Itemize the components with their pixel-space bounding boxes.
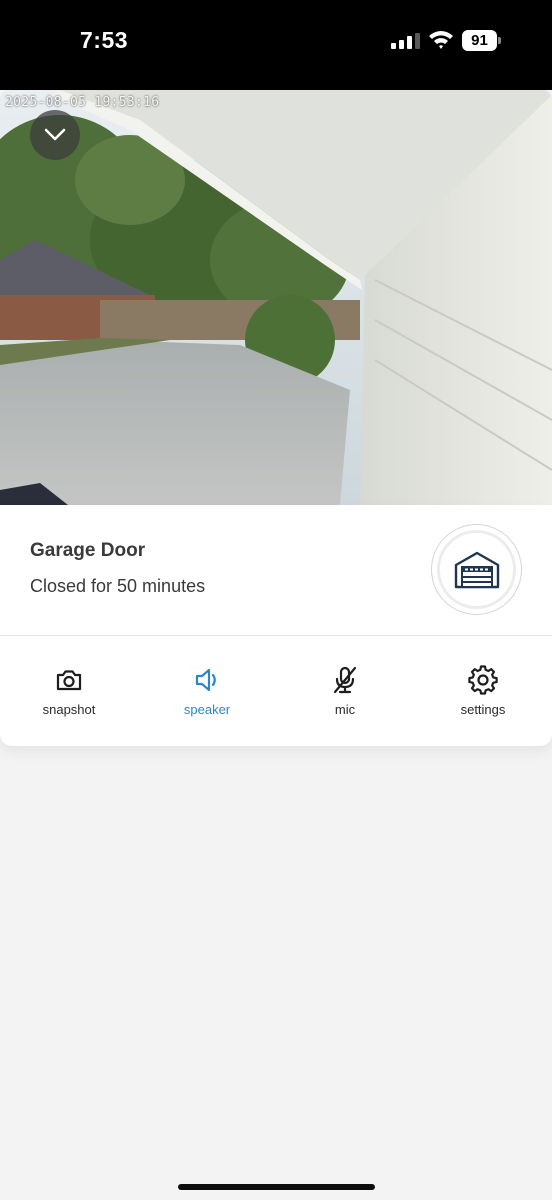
snapshot-button[interactable]: snapshot: [9, 665, 129, 717]
speaker-icon: [195, 668, 216, 692]
garage-door-closed-icon: [454, 551, 499, 588]
device-status: Closed for 50 minutes: [30, 576, 206, 596]
snapshot-label: snapshot: [42, 702, 96, 717]
settings-button[interactable]: settings: [423, 665, 543, 717]
camera-icon: [56, 670, 82, 691]
card-divider: [0, 635, 552, 636]
garage-door-toggle-button[interactable]: [431, 524, 522, 615]
collapse-button[interactable]: [30, 110, 80, 160]
camera-timestamp: 2025-08-05 19:53:16: [5, 95, 160, 110]
mic-label: mic: [334, 702, 356, 717]
status-bar: 7:53 91: [0, 0, 552, 90]
wifi-icon: [429, 31, 453, 49]
action-bar: snapshot speaker mic settings: [0, 665, 552, 725]
device-name: Garage Door: [30, 540, 146, 561]
settings-label: settings: [460, 702, 506, 717]
battery-level: 91: [462, 30, 497, 51]
camera-image: [0, 90, 552, 505]
speaker-label: speaker: [183, 702, 231, 717]
device-card: Garage Door Closed for 50 minutes snapsh…: [0, 505, 552, 746]
gear-icon: [468, 665, 498, 695]
camera-feed[interactable]: 2025-08-05 19:53:16: [0, 90, 552, 505]
battery-icon: 91: [462, 30, 502, 51]
chevron-down-icon: [44, 128, 66, 141]
mic-muted-icon: [333, 666, 357, 694]
home-indicator[interactable]: [178, 1184, 375, 1190]
mic-button[interactable]: mic: [285, 665, 405, 717]
speaker-button[interactable]: speaker: [147, 665, 267, 717]
status-time: 7:53: [80, 27, 129, 53]
signal-icon: [391, 33, 420, 49]
